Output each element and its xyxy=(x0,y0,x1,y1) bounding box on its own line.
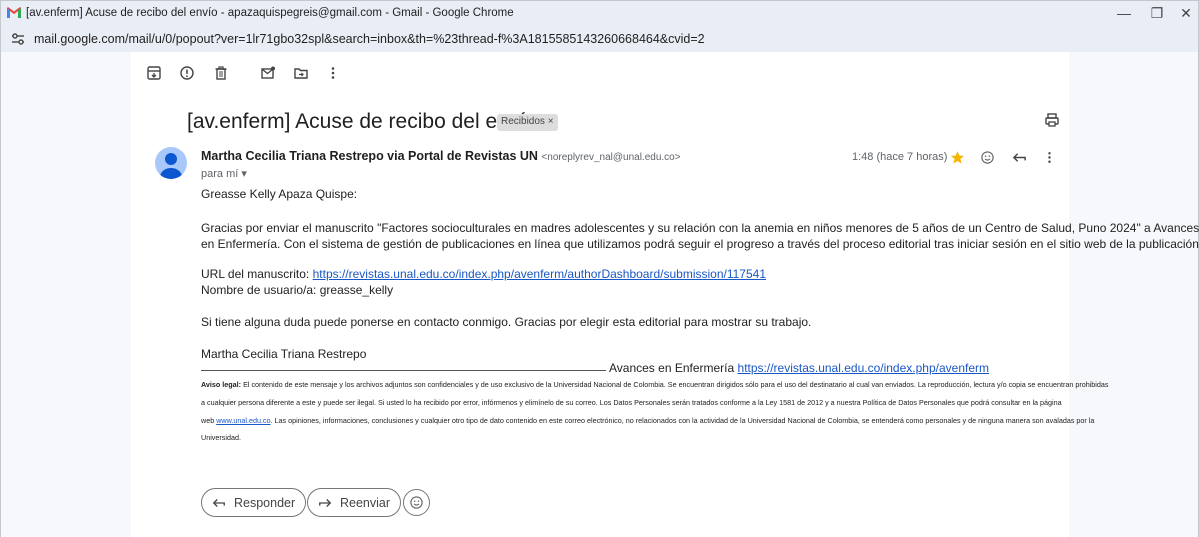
journal-line: Avances en Enfermería https://revistas.u… xyxy=(609,361,989,375)
avatar[interactable] xyxy=(155,147,187,179)
body-paragraph-2: Si tiene alguna duda puede ponerse en co… xyxy=(201,315,812,329)
reply-icon[interactable] xyxy=(1011,149,1027,165)
url-text[interactable]: mail.google.com/mail/u/0/popout?ver=1lr7… xyxy=(34,32,705,46)
emoji-icon xyxy=(410,496,423,509)
legal-notice-line-3: web www.unal.edu.co. Las opiniones, info… xyxy=(201,416,1094,425)
more-options-icon[interactable] xyxy=(1041,149,1057,165)
move-to-icon[interactable] xyxy=(292,64,310,82)
inbox-label-chip[interactable]: Recibidos × xyxy=(497,114,558,131)
gmail-logo-icon xyxy=(7,7,21,18)
legal-notice-web: web xyxy=(201,416,217,425)
reply-button[interactable]: Responder xyxy=(201,488,307,517)
minimize-button[interactable]: — xyxy=(1113,4,1135,22)
legal-notice-line-4: Universidad. xyxy=(201,433,241,442)
manuscript-url-label: URL del manuscrito: xyxy=(201,267,313,281)
emoji-reaction-button[interactable] xyxy=(403,489,430,516)
address-bar: mail.google.com/mail/u/0/popout?ver=1lr7… xyxy=(0,26,1199,52)
forward-label: Reenviar xyxy=(340,495,391,510)
window-titlebar: [av.enferm] Acuse de recibo del envío - … xyxy=(0,0,1199,26)
print-icon[interactable] xyxy=(1044,112,1060,128)
body-paragraph-1-line-2: en Enfermería. Con el sistema de gestión… xyxy=(201,237,1199,251)
forward-icon xyxy=(319,498,332,507)
close-button[interactable]: ✕ xyxy=(1175,4,1197,22)
legal-notice-text-1: El contenido de este mensaje y los archi… xyxy=(241,380,1109,389)
reply-icon xyxy=(212,498,225,507)
email-date: 1:48 (hace 7 horas) xyxy=(852,151,948,163)
sender-name[interactable]: Martha Cecilia Triana Restrepo via Porta… xyxy=(201,149,538,163)
body-paragraph-1-line-1: Gracias por enviar el manuscrito "Factor… xyxy=(201,221,1199,235)
site-info-icon[interactable] xyxy=(11,33,25,45)
legal-notice-line-1: Aviso legal: El contenido de este mensaj… xyxy=(201,380,1109,389)
journal-link[interactable]: https://revistas.unal.edu.co/index.php/a… xyxy=(738,361,989,375)
email-subject: [av.enferm] Acuse de recibo del envío xyxy=(187,110,537,133)
report-spam-icon[interactable] xyxy=(178,64,196,82)
forward-button[interactable]: Reenviar xyxy=(307,488,402,517)
sender-email: <noreplyrev_nal@unal.edu.co> xyxy=(541,152,681,163)
more-icon[interactable] xyxy=(324,64,342,82)
recipient-details[interactable]: para mí ▾ xyxy=(201,167,247,180)
legal-notice-title: Aviso legal: xyxy=(201,380,242,389)
archive-icon[interactable] xyxy=(145,64,163,82)
legal-notice-text-3: . Las opiniones, informaciones, conclusi… xyxy=(270,416,1095,425)
username-line: Nombre de usuario/a: greasse_kelly xyxy=(201,283,394,297)
manuscript-url-line: URL del manuscrito: https://revistas.una… xyxy=(201,267,766,281)
signature-name: Martha Cecilia Triana Restrepo xyxy=(201,347,367,361)
manuscript-url-link[interactable]: https://revistas.unal.edu.co/index.php/a… xyxy=(313,267,766,281)
reply-label: Responder xyxy=(234,495,296,510)
person-icon xyxy=(160,153,182,179)
legal-notice-line-2: a cualquier persona diferente a este y p… xyxy=(201,398,1062,407)
window-title: [av.enferm] Acuse de recibo del envío - … xyxy=(26,7,514,19)
star-icon[interactable] xyxy=(949,149,965,165)
signature-divider xyxy=(201,370,606,371)
journal-label: Avances en Enfermería xyxy=(609,361,738,375)
unal-website-link[interactable]: www.unal.edu.co xyxy=(216,416,270,425)
delete-icon[interactable] xyxy=(212,64,230,82)
add-reaction-icon[interactable] xyxy=(979,149,995,165)
sender-line: Martha Cecilia Triana Restrepo via Porta… xyxy=(201,149,681,163)
mark-unread-icon[interactable] xyxy=(259,64,277,82)
greeting: Greasse Kelly Apaza Quispe: xyxy=(201,187,358,201)
restore-button[interactable]: ❐ xyxy=(1146,4,1168,22)
